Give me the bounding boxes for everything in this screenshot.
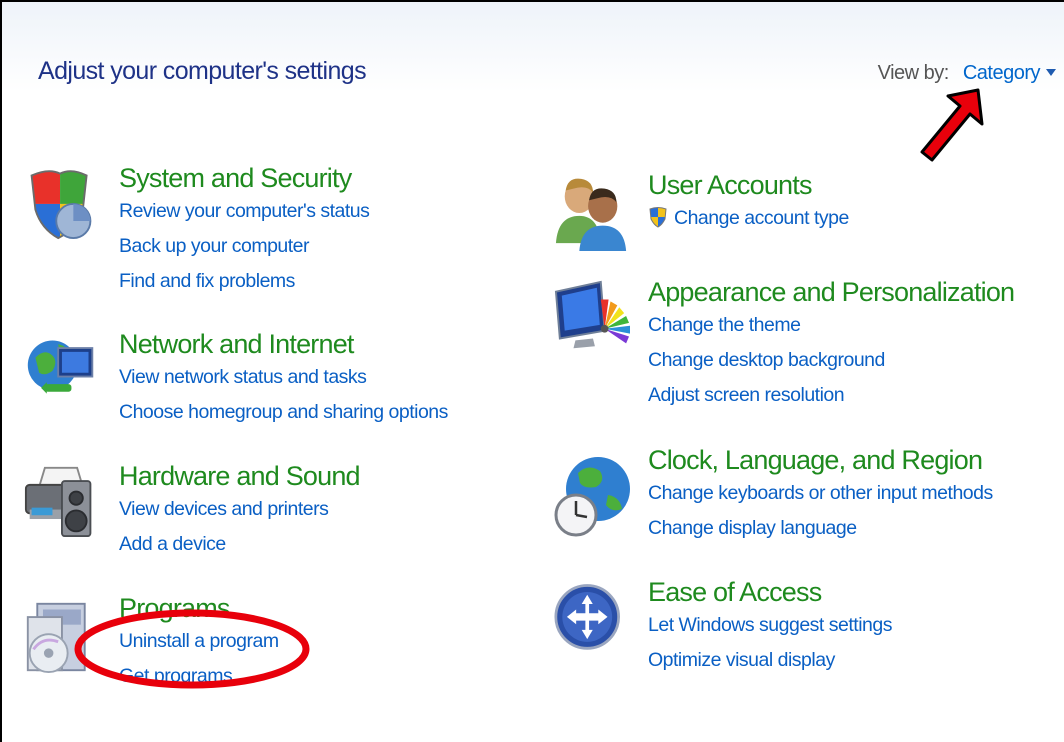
- view-by-value[interactable]: Category: [963, 62, 1041, 84]
- heading-appearance[interactable]: Appearance and Personalization: [648, 276, 1015, 308]
- link-windows-suggest[interactable]: Let Windows suggest settings: [648, 608, 892, 643]
- link-uninstall-program[interactable]: Uninstall a program: [119, 624, 279, 659]
- red-arrow-annotation-icon: [920, 88, 984, 162]
- control-panel-window: Adjust your computer's settings View by:…: [0, 0, 1064, 742]
- link-screen-resolution[interactable]: Adjust screen resolution: [648, 378, 1014, 413]
- globe-network-icon: [27, 340, 94, 394]
- link-get-programs[interactable]: Get programs: [119, 659, 279, 694]
- heading-user-accounts[interactable]: User Accounts: [648, 169, 849, 201]
- link-find-fix[interactable]: Find and fix problems: [119, 264, 369, 299]
- heading-system-security[interactable]: System and Security: [119, 162, 369, 194]
- dropdown-arrow-icon[interactable]: [1046, 69, 1056, 76]
- view-by: View by: Category: [878, 62, 1056, 85]
- heading-clock-language[interactable]: Clock, Language, and Region: [648, 444, 993, 476]
- users-icon: [555, 178, 627, 251]
- shield-icon: [30, 170, 92, 240]
- heading-network-internet[interactable]: Network and Internet: [119, 328, 448, 360]
- link-change-theme[interactable]: Change the theme: [648, 308, 1014, 343]
- heading-hardware-sound[interactable]: Hardware and Sound: [119, 460, 361, 492]
- link-devices-printers[interactable]: View devices and printers: [119, 492, 360, 527]
- link-desktop-background[interactable]: Change desktop background: [648, 343, 1014, 378]
- link-change-account-type[interactable]: Change account type: [648, 201, 849, 236]
- ease-of-access-icon: [554, 584, 620, 650]
- heading-programs[interactable]: Programs: [119, 592, 279, 624]
- link-display-language[interactable]: Change display language: [648, 511, 993, 546]
- link-add-device[interactable]: Add a device: [119, 527, 360, 562]
- link-change-account-type-label[interactable]: Change account type: [674, 207, 849, 229]
- printer-speaker-icon: [24, 466, 92, 538]
- link-optimize-visual[interactable]: Optimize visual display: [648, 643, 892, 678]
- globe-clock-icon: [554, 457, 630, 537]
- link-change-keyboards[interactable]: Change keyboards or other input methods: [648, 476, 993, 511]
- link-review-status[interactable]: Review your computer's status: [119, 194, 370, 229]
- page-title: Adjust your computer's settings: [38, 57, 367, 85]
- link-homegroup[interactable]: Choose homegroup and sharing options: [119, 395, 448, 430]
- view-by-dropdown[interactable]: Category: [963, 62, 1056, 84]
- link-network-status[interactable]: View network status and tasks: [119, 360, 448, 395]
- heading-ease-of-access[interactable]: Ease of Access: [648, 576, 892, 608]
- monitor-palette-icon: [554, 280, 630, 349]
- view-by-label: View by:: [877, 62, 950, 84]
- uac-shield-icon: [649, 207, 667, 228]
- link-backup[interactable]: Back up your computer: [119, 229, 369, 264]
- programs-disc-icon: [26, 602, 86, 674]
